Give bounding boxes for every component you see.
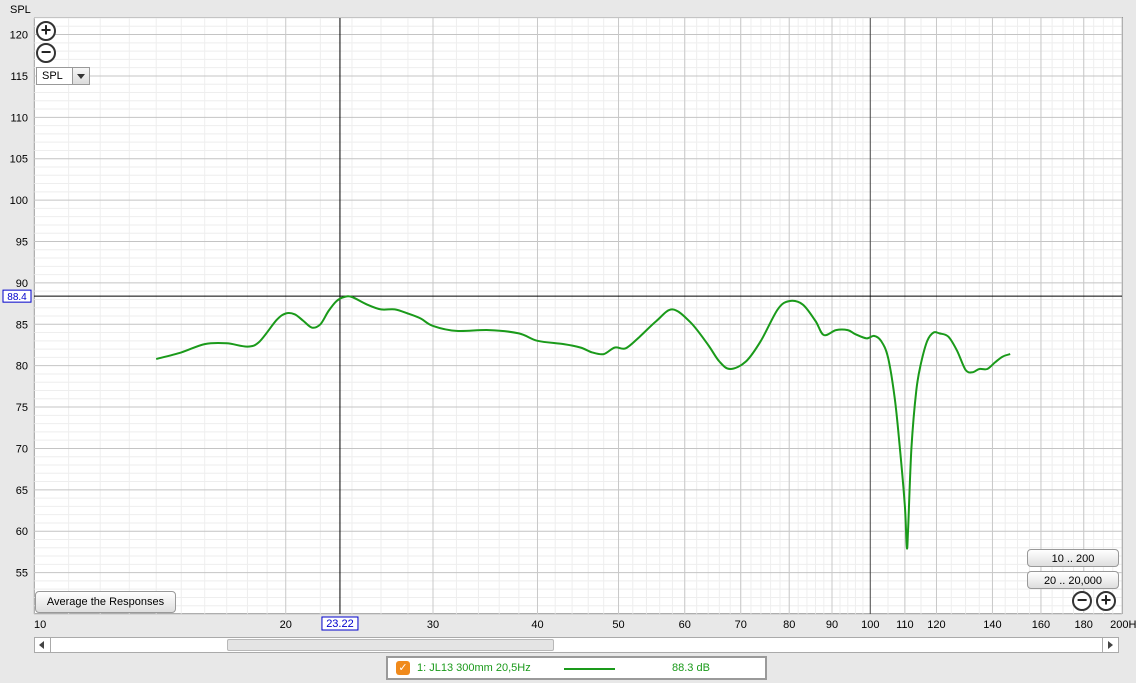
x-tick-label: 20 bbox=[280, 619, 292, 631]
y-tick-label: 100 bbox=[10, 195, 28, 207]
y-unit-select-value: SPL bbox=[42, 70, 63, 82]
x-tick-label: 120 bbox=[927, 619, 945, 631]
y-tick-label: 115 bbox=[10, 71, 28, 83]
y-unit-select[interactable]: SPL bbox=[36, 67, 90, 85]
x-tick-label: 200Hz bbox=[1110, 619, 1136, 631]
legend-line-swatch bbox=[564, 668, 615, 670]
range-20-20000-button[interactable]: 20 .. 20,000 bbox=[1027, 571, 1119, 589]
y-tick-label: 55 bbox=[16, 568, 28, 580]
x-tick-label: 30 bbox=[427, 619, 439, 631]
range-10-200-button[interactable]: 10 .. 200 bbox=[1027, 549, 1119, 567]
scroll-right-arrow-icon[interactable] bbox=[1102, 638, 1118, 652]
chevron-down-icon bbox=[72, 68, 89, 84]
y-tick-label: 105 bbox=[10, 154, 28, 166]
y-tick-label: 65 bbox=[16, 485, 28, 497]
y-tick-label: 60 bbox=[16, 526, 28, 538]
y-tick-label: 70 bbox=[16, 443, 28, 455]
x-tick-label: 100 bbox=[861, 619, 879, 631]
legend-trace-value: 88.3 dB bbox=[672, 662, 710, 674]
legend-trace-name: 1: JL13 300mm 20,5Hz bbox=[417, 662, 531, 674]
legend: ✓ 1: JL13 300mm 20,5Hz 88.3 dB bbox=[386, 656, 767, 680]
x-tick-label: 40 bbox=[531, 619, 543, 631]
x-tick-label: 180 bbox=[1075, 619, 1093, 631]
x-tick-label: 160 bbox=[1032, 619, 1050, 631]
scrollbar-thumb[interactable] bbox=[227, 639, 554, 651]
x-tick-label: 70 bbox=[735, 619, 747, 631]
cursor-y-readout: 88.4 bbox=[7, 292, 27, 303]
cursor-x-readout: 23.22 bbox=[326, 618, 354, 630]
x-tick-label: 110 bbox=[896, 619, 914, 631]
y-tick-label: 120 bbox=[10, 30, 28, 42]
y-axis-title: SPL bbox=[10, 4, 31, 16]
y-tick-label: 110 bbox=[10, 112, 28, 124]
y-tick-label: 75 bbox=[16, 402, 28, 414]
x-tick-label: 140 bbox=[983, 619, 1001, 631]
x-tick-label: 60 bbox=[679, 619, 691, 631]
y-tick-label: 95 bbox=[16, 237, 28, 249]
zoom-out-horizontal-icon[interactable]: − bbox=[1072, 591, 1092, 611]
zoom-out-vertical-icon[interactable]: − bbox=[36, 43, 56, 63]
zoom-in-vertical-icon[interactable]: + bbox=[36, 21, 56, 41]
x-tick-label: 90 bbox=[826, 619, 838, 631]
average-responses-button[interactable]: Average the Responses bbox=[35, 591, 176, 613]
spl-trace-line bbox=[155, 295, 1011, 550]
horizontal-scrollbar[interactable] bbox=[34, 637, 1119, 653]
frequency-response-chart: 55 60 65 70 75 80 85 90 95 100 105 110 115 120 10 20 30… bbox=[2, 17, 1136, 631]
legend-checkbox[interactable]: ✓ bbox=[396, 661, 410, 675]
y-tick-label: 90 bbox=[16, 278, 28, 290]
x-tick-label: 50 bbox=[612, 619, 624, 631]
zoom-in-horizontal-icon[interactable]: + bbox=[1096, 591, 1116, 611]
x-tick-label: 80 bbox=[783, 619, 795, 631]
y-tick-label: 85 bbox=[16, 319, 28, 331]
y-tick-label: 80 bbox=[16, 361, 28, 373]
scroll-left-arrow-icon[interactable] bbox=[35, 638, 51, 652]
x-tick-label: 10 bbox=[34, 619, 46, 631]
